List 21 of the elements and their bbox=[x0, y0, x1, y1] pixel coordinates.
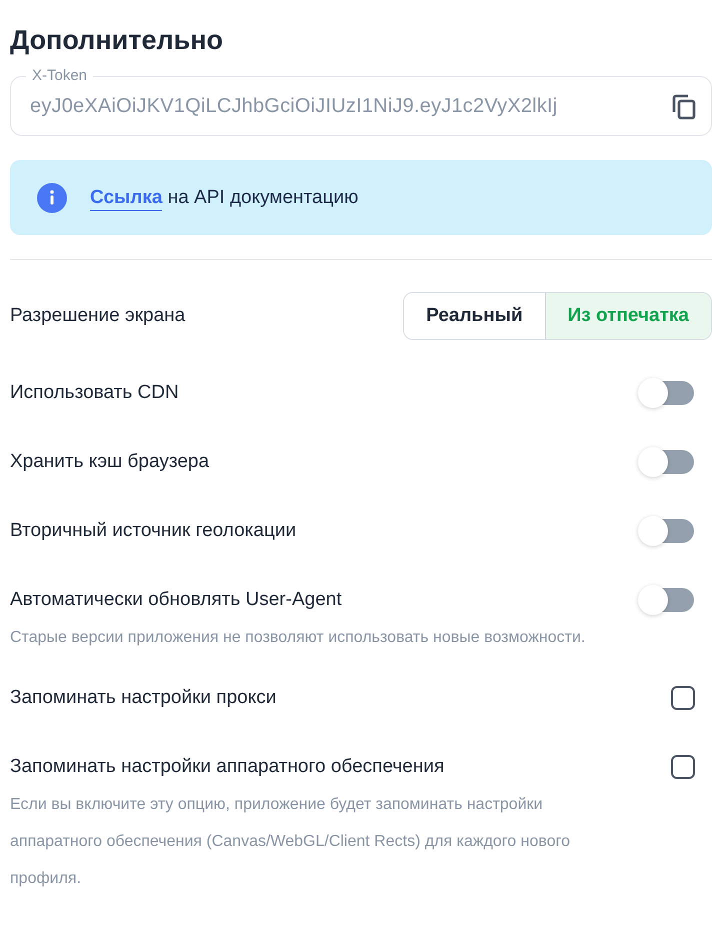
setting-label: Автоматически обновлять User-Agent bbox=[10, 589, 342, 611]
setting-label: Хранить кэш браузера bbox=[10, 451, 210, 473]
setting-label: Разрешение экрана bbox=[10, 305, 186, 327]
info-icon bbox=[37, 182, 67, 212]
checkbox[interactable] bbox=[671, 755, 695, 779]
setting-label: Использовать CDN bbox=[10, 382, 179, 404]
info-text: Ссылка на API документацию bbox=[90, 186, 358, 208]
setting-hint: Старые версии приложения не позволяют использовать новые возможности. bbox=[10, 628, 586, 648]
toggle-switch[interactable] bbox=[638, 519, 694, 543]
checkbox[interactable] bbox=[671, 686, 695, 710]
token-value: eyJ0eXAiOiJKV1QiLCJhbGciOiJIUzI1NiJ9.eyJ1c2VyX2lkIj bbox=[30, 94, 558, 118]
section-title: Дополнительно bbox=[10, 24, 224, 57]
setting-hint: Если вы включите эту опцию, приложение будет запоминать настройки аппаратного обеспечения (Canvas/WebGL/Client Rects) для каждого нового профиля. bbox=[10, 795, 571, 889]
setting-label: Вторичный источник геолокации bbox=[10, 520, 296, 542]
segment-option[interactable]: Из отпечатка bbox=[544, 293, 711, 339]
toggle-switch[interactable] bbox=[638, 450, 694, 474]
documentation-link[interactable]: Ссылка bbox=[90, 186, 162, 210]
toggle-switch[interactable] bbox=[638, 588, 694, 612]
toggle-switch[interactable] bbox=[638, 381, 694, 405]
setting-label: Запоминать настройки аппаратного обеспечения bbox=[10, 756, 444, 778]
setting-label: Запоминать настройки прокси bbox=[10, 687, 276, 709]
